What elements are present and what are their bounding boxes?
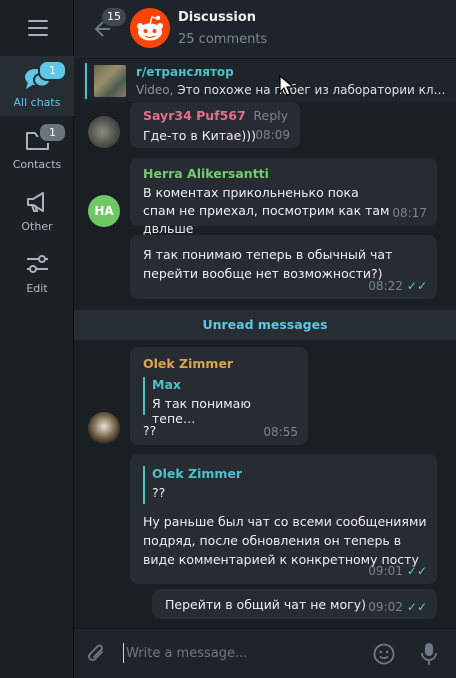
text-caret <box>123 643 124 663</box>
quote-author: Olek Zimmer <box>152 466 243 481</box>
double-check-icon: ✓✓ <box>406 600 427 614</box>
message-bubble: Herra Alikersantti В коментах прикольнен… <box>130 158 437 236</box>
reply-link[interactable]: Reply <box>253 108 288 123</box>
unread-count-badge: 15 <box>102 8 126 26</box>
message-time: 08:22 ✓✓ <box>368 279 427 293</box>
folder-label: Other <box>21 220 53 233</box>
message-time: 08:17 <box>392 206 427 220</box>
message-bubble: Olek Zimmer ?? Ну раньше был чат со всем… <box>130 454 437 584</box>
reply-quote[interactable]: Olek Zimmer ?? <box>143 466 293 504</box>
folder-all-chats[interactable]: 1 All chats <box>0 56 74 116</box>
folder-badge: 1 <box>38 122 67 143</box>
folder-other[interactable]: Other <box>0 180 74 240</box>
message-text: В коментах прикольненько пока спам не пр… <box>143 185 390 236</box>
message-bubble: Olek Zimmer Max Я так понимаю тепе… ?? 0… <box>130 347 308 445</box>
double-check-icon: ✓✓ <box>406 279 427 293</box>
message-bubble: Перейти в общий чат не могу) 09:02 ✓✓ <box>152 589 437 619</box>
folder-label: All chats <box>13 96 61 109</box>
pinned-post[interactable]: r/етранслятор Video, Это похоже на побег… <box>82 58 456 102</box>
pinned-accent-bar <box>85 63 87 99</box>
folder-sidebar: 1 All chats 1 Contacts Other Edit <box>0 0 74 678</box>
hamburger-menu-icon[interactable] <box>28 20 48 36</box>
paperclip-icon[interactable] <box>86 643 108 665</box>
avatar[interactable] <box>88 412 120 444</box>
quote-text: ?? <box>152 485 166 500</box>
reddit-avatar-icon[interactable] <box>130 8 170 48</box>
quote-text: Я так понимаю тепе… <box>152 396 251 426</box>
message-time: 08:09 <box>255 128 290 142</box>
pinned-thumbnail <box>94 65 126 97</box>
sender-name[interactable]: Sayr34 Puf567 <box>143 108 246 123</box>
avatar[interactable] <box>88 116 120 148</box>
folder-label: Edit <box>26 282 48 295</box>
message-bubble: Я так понимаю теперь в обычный чат перей… <box>130 235 437 299</box>
unread-divider: Unread messages <box>74 310 456 340</box>
megaphone-icon <box>27 192 44 212</box>
message-input[interactable]: Write a message... <box>126 646 247 661</box>
chat-subtitle: 25 comments <box>178 32 268 47</box>
chat-pane: 15 Discussion 25 comments r/етранслятор … <box>74 0 456 678</box>
sender-name[interactable]: Olek Zimmer <box>143 356 233 371</box>
folder-edit[interactable]: Edit <box>0 242 74 302</box>
folder-label: Contacts <box>12 158 62 171</box>
avatar[interactable]: HA <box>88 195 120 227</box>
message-composer: Write a message... <box>74 628 456 678</box>
emoji-icon[interactable] <box>372 642 396 666</box>
message-text: Перейти в общий чат не могу) <box>165 597 366 612</box>
sender-name[interactable]: Herra Alikersantti <box>143 166 269 181</box>
message-time: 09:01 ✓✓ <box>368 564 427 578</box>
pinned-title: r/етранслятор <box>136 65 234 79</box>
quote-author: Max <box>152 377 181 392</box>
folder-contacts[interactable]: 1 Contacts <box>0 118 74 178</box>
message-text: Ну раньше был чат со всеми сообщениями п… <box>143 514 427 567</box>
message-text: Я так понимаю теперь в обычный чат перей… <box>143 247 393 281</box>
message-text: ?? <box>143 423 157 438</box>
mouse-cursor-icon <box>279 75 295 96</box>
message-bubble: Sayr34 Puf567 Reply Где-то в Китае))) 08… <box>130 102 300 148</box>
microphone-icon[interactable] <box>419 641 439 667</box>
chat-header: 15 Discussion 25 comments <box>74 0 456 58</box>
sliders-icon <box>27 255 48 273</box>
message-text: Где-то в Китае))) <box>143 128 256 143</box>
folder-badge: 1 <box>38 60 67 81</box>
message-time: 08:55 <box>263 425 298 439</box>
double-check-icon: ✓✓ <box>406 564 427 578</box>
reply-quote[interactable]: Max Я так понимаю тепе… <box>143 377 295 426</box>
chat-title[interactable]: Discussion <box>178 10 256 25</box>
message-time: 09:02 ✓✓ <box>368 600 427 614</box>
